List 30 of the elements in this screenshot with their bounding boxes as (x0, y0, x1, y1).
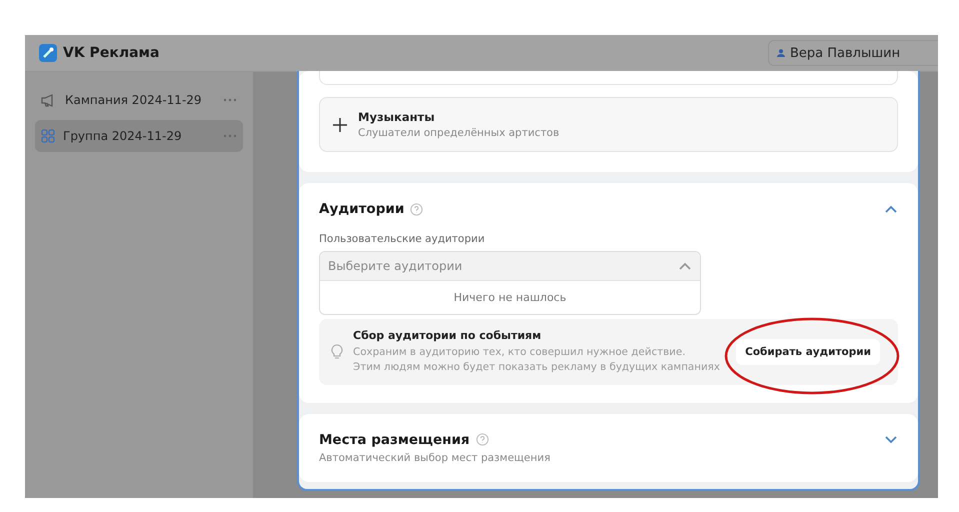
sidebar-item[interactable]: Группа 2024-11-29 (35, 120, 243, 152)
option-title: Музыканты (358, 110, 436, 124)
section-title: Аудитории (319, 201, 404, 217)
lightbulb-icon (331, 344, 343, 360)
chevron-up-icon[interactable] (678, 262, 692, 270)
more-icon[interactable] (223, 134, 237, 138)
user-menu[interactable]: Вера Павлышин (768, 40, 938, 66)
empty-message: Ничего не нашлось (454, 291, 566, 304)
option-card[interactable]: Музыканты Слушатели определённых артистов (319, 97, 898, 152)
help-icon[interactable] (476, 433, 489, 446)
person-icon (777, 49, 785, 57)
field-label: Пользовательские аудитории (319, 233, 486, 245)
grid-icon (41, 129, 55, 143)
sidebar-item-label: Кампания 2024-11-29 (65, 93, 203, 107)
more-icon[interactable] (223, 98, 237, 102)
placeholder-text: Выберите аудитории (328, 259, 462, 273)
section-title: Места размещения (319, 432, 470, 448)
help-icon[interactable] (410, 202, 424, 216)
logo-icon (39, 44, 57, 62)
plus-icon (332, 116, 348, 132)
info-text: Сохраним в аудиторию тех, кто совершил нужное действие. Этим людям можно будет показать рекламу в будущих кампаниях (353, 345, 720, 375)
audience-select[interactable]: Выберите аудитории Ничего не нашлось (319, 251, 701, 315)
chevron-up-icon[interactable] (884, 204, 898, 214)
collect-audiences-button[interactable]: Собирать аудитории (736, 338, 880, 365)
chevron-down-icon[interactable] (884, 435, 898, 444)
info-title: Сбор аудитории по событиям (353, 329, 542, 342)
app-title: VK Реклама (63, 45, 160, 61)
section-subtitle: Автоматический выбор мест размещения (319, 452, 552, 464)
option-subtitle: Слушатели определённых артистов (358, 127, 560, 139)
sidebar-item-label: Группа 2024-11-29 (63, 129, 183, 143)
